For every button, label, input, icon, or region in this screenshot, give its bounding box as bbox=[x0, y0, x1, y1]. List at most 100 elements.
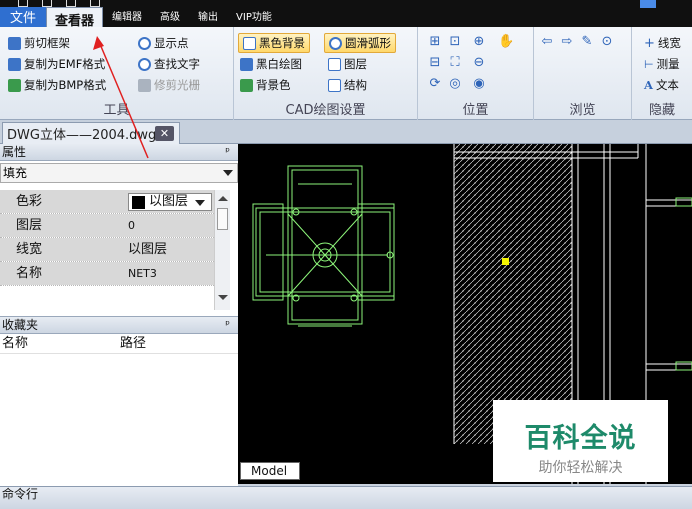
property-row-linewidth: 线宽 以图层 bbox=[0, 238, 214, 262]
rotate-icon[interactable]: ⟳ bbox=[428, 77, 442, 90]
trim-raster-icon bbox=[138, 78, 151, 92]
fit-view-icon[interactable]: ⊞ bbox=[428, 35, 442, 48]
document-tab[interactable]: DWG立体——2004.dwg ✕ bbox=[2, 122, 180, 144]
ribbon-group-hide: + 线宽 ⊢ 测量 A 文本 隐藏 bbox=[632, 27, 692, 120]
quick-open-icon[interactable] bbox=[18, 0, 28, 7]
measure-button[interactable]: ⊢ 测量 bbox=[644, 56, 680, 72]
show-points-button[interactable]: 显示点 bbox=[138, 35, 189, 51]
property-row-layer: 图层 0 bbox=[0, 214, 214, 238]
zoom-previous-icon[interactable]: ◉ bbox=[472, 77, 486, 90]
favorites-columns: 名称 路径 bbox=[0, 334, 238, 354]
column-header-path[interactable]: 路径 bbox=[118, 334, 146, 353]
black-background-icon bbox=[243, 36, 256, 50]
watermark-logo: 百科全说 助你轻松解决 bbox=[493, 400, 668, 482]
crop-icon bbox=[8, 36, 21, 50]
ribbon-group-cad-settings: 黑色背景 黑白绘图 背景色 圆滑弧形 图层 结构 CAD绘图设置 bbox=[234, 27, 418, 120]
property-row-color: 色彩 以图层 bbox=[0, 190, 214, 214]
smooth-arc-button[interactable]: 圆滑弧形 bbox=[324, 33, 396, 53]
properties-header: 属性 ᵖ bbox=[0, 144, 238, 161]
scroll-up-icon[interactable] bbox=[218, 196, 228, 201]
document-tab-bar: DWG立体——2004.dwg ✕ bbox=[0, 120, 692, 144]
color-dropdown[interactable]: 以图层 bbox=[128, 193, 212, 211]
smooth-arc-icon bbox=[329, 36, 342, 50]
background-color-button[interactable]: 背景色 bbox=[240, 77, 291, 93]
text-button[interactable]: A 文本 bbox=[644, 77, 679, 93]
group-title-browse: 浏览 bbox=[569, 103, 596, 118]
back-arrow-icon[interactable]: ⇦ bbox=[540, 35, 554, 48]
measure-icon: ⊢ bbox=[644, 57, 654, 71]
properties-panel: 属性 ᵖ 填充 色彩 以图层 图层 0 线宽 以图层 名称 NET3 bbox=[0, 144, 238, 316]
properties-grid: 色彩 以图层 图层 0 线宽 以图层 名称 NET3 bbox=[0, 190, 214, 286]
copy-emf-icon bbox=[8, 57, 21, 71]
menu-file[interactable]: 文件 bbox=[0, 7, 47, 27]
menu-output[interactable]: 输出 bbox=[189, 8, 227, 27]
menu-advanced[interactable]: 高级 bbox=[151, 8, 189, 27]
pin-icon[interactable]: ᵖ bbox=[225, 144, 230, 160]
quick-access-toolbar bbox=[0, 0, 240, 8]
ribbon-group-tools: 剪切框架 复制为EMF格式 复制为BMP格式 显示点 查找文字 修剪光栅 工具 bbox=[0, 27, 234, 120]
color-swatch bbox=[132, 195, 145, 209]
layers-icon bbox=[328, 57, 341, 71]
column-header-name[interactable]: 名称 bbox=[0, 334, 118, 353]
extents-icon[interactable]: ⊟ bbox=[428, 56, 442, 69]
zoom-window-icon[interactable]: ⊡ bbox=[448, 35, 462, 48]
copy-emf-button[interactable]: 复制为EMF格式 bbox=[8, 56, 105, 72]
group-title-cad-settings: CAD绘图设置 bbox=[285, 103, 366, 118]
zoom-realtime-icon[interactable]: ◎ bbox=[448, 77, 462, 90]
scroll-thumb[interactable] bbox=[217, 208, 228, 230]
door-frame-drawing bbox=[675, 197, 692, 207]
group-title-hide: 隐藏 bbox=[648, 103, 675, 118]
door-frame-drawing bbox=[675, 361, 692, 371]
black-white-button[interactable]: 黑白绘图 bbox=[240, 56, 302, 72]
black-background-button[interactable]: 黑色背景 bbox=[238, 33, 310, 53]
wall-hatch-drawing bbox=[453, 144, 573, 444]
help-icon[interactable] bbox=[640, 0, 656, 8]
lock-icon[interactable]: ⊙ bbox=[600, 35, 614, 48]
text-icon: A bbox=[644, 78, 653, 92]
menu-editor[interactable]: 编辑器 bbox=[103, 8, 151, 27]
ribbon-group-position: ⊞ ⊡ ⊕ ✋ ⊟ ⛶ ⊖ ⟳ ◎ ◉ 位置 bbox=[418, 27, 534, 120]
zoom-in-icon[interactable]: ⊕ bbox=[472, 35, 486, 48]
pan-hand-icon[interactable]: ✋ bbox=[498, 35, 514, 48]
crop-frame-button[interactable]: 剪切框架 bbox=[8, 35, 70, 51]
background-color-icon bbox=[240, 78, 253, 92]
chevron-down-icon bbox=[223, 170, 233, 176]
zoom-extents-icon[interactable]: ⛶ bbox=[448, 56, 462, 69]
show-points-icon bbox=[138, 36, 151, 50]
command-line[interactable]: 命令行 bbox=[0, 486, 692, 509]
close-tab-icon[interactable]: ✕ bbox=[155, 126, 174, 141]
line-width-button[interactable]: + 线宽 bbox=[644, 35, 681, 51]
ribbon: 剪切框架 复制为EMF格式 复制为BMP格式 显示点 查找文字 修剪光栅 工具 … bbox=[0, 27, 692, 120]
find-text-icon bbox=[138, 57, 151, 71]
menu-viewer[interactable]: 查看器 bbox=[46, 7, 104, 29]
group-title-tools: 工具 bbox=[103, 103, 130, 118]
structure-button[interactable]: 结构 bbox=[328, 77, 367, 93]
group-title-position: 位置 bbox=[462, 103, 489, 118]
layers-button[interactable]: 图层 bbox=[328, 56, 367, 72]
pin-icon[interactable]: ᵖ bbox=[225, 317, 230, 333]
zoom-out-icon[interactable]: ⊖ bbox=[472, 56, 486, 69]
copy-bmp-button[interactable]: 复制为BMP格式 bbox=[8, 77, 106, 93]
trim-raster-button[interactable]: 修剪光栅 bbox=[138, 77, 200, 93]
black-white-icon bbox=[240, 57, 253, 71]
edit-icon[interactable]: ✎ bbox=[580, 35, 594, 48]
quick-save-icon[interactable] bbox=[42, 0, 52, 7]
line-width-icon: + bbox=[644, 35, 655, 51]
ribbon-group-browse: ⇦ ⇨ ✎ ⊙ 浏览 bbox=[534, 27, 632, 120]
selection-grip[interactable] bbox=[502, 258, 509, 265]
quick-undo-icon[interactable] bbox=[90, 0, 100, 7]
entity-type-select[interactable]: 填充 bbox=[0, 163, 238, 183]
structure-icon bbox=[328, 78, 341, 92]
favorites-panel: 收藏夹 ᵖ 名称 路径 bbox=[0, 316, 238, 486]
scroll-down-icon[interactable] bbox=[218, 295, 228, 300]
chair-plan-drawing bbox=[252, 165, 395, 327]
properties-scrollbar[interactable] bbox=[214, 190, 230, 310]
menu-vip[interactable]: VIP功能 bbox=[227, 8, 281, 27]
model-tab[interactable]: Model bbox=[240, 462, 300, 480]
forward-arrow-icon[interactable]: ⇨ bbox=[560, 35, 574, 48]
quick-print-icon[interactable] bbox=[66, 0, 76, 7]
copy-bmp-icon bbox=[8, 78, 21, 92]
find-text-button[interactable]: 查找文字 bbox=[138, 56, 200, 72]
favorites-header: 收藏夹 ᵖ bbox=[0, 317, 238, 334]
property-row-name: 名称 NET3 bbox=[0, 262, 214, 286]
